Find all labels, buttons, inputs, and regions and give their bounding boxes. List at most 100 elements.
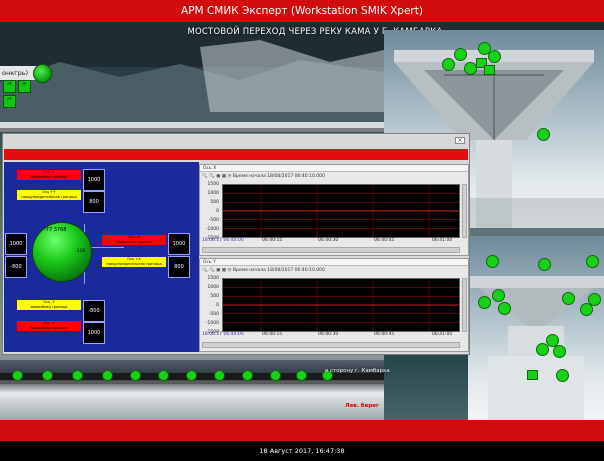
- chart-toolbar[interactable]: 🔍 🔍 ▣ ▦ ◷ Время начала 18/08/2017 06:40:…: [202, 267, 470, 275]
- left-widget-box[interactable]: ЛТ: [3, 95, 16, 108]
- sensor-node[interactable]: [562, 292, 575, 305]
- sensor-node[interactable]: [553, 345, 566, 358]
- sensor-square[interactable]: [527, 370, 538, 380]
- status-datetime: 18 Август 2017, 16:47:38: [259, 447, 345, 455]
- export-icon[interactable]: ▦: [222, 174, 226, 179]
- bridge-sensor-node[interactable]: [270, 370, 281, 381]
- axis-left-value: 1000: [5, 233, 27, 255]
- bridge-sensor-node[interactable]: [42, 370, 53, 381]
- zoom-out-icon[interactable]: 🔍: [209, 174, 215, 179]
- x-start-label: 18.08.17 06:40:00: [202, 238, 244, 243]
- chart-plot-svg: [223, 279, 459, 331]
- sensor-node[interactable]: [478, 296, 491, 309]
- bridge-sensor-node[interactable]: [72, 370, 83, 381]
- chart-plot-svg: [223, 185, 459, 237]
- print-icon[interactable]: ▣: [216, 268, 220, 273]
- y-tick-label: 500: [210, 294, 219, 299]
- workstation-screen: АРМ СМИК Эксперт (Workstation SMIK Xpert…: [0, 0, 604, 461]
- axis-right-critical-box: Ось -X аварийная граница: [102, 235, 166, 245]
- export-icon[interactable]: ▦: [222, 268, 226, 273]
- bridge-sensor-node[interactable]: [296, 370, 307, 381]
- axis-left-value: -800: [5, 256, 27, 278]
- clock-icon[interactable]: ◷: [228, 268, 232, 273]
- y-tick-label: 1500: [207, 276, 219, 281]
- sensor-node[interactable]: [538, 258, 551, 271]
- axis-bottom-warn-box: Ось -Y аварийная граница: [17, 300, 81, 310]
- horizontal-scrollbar[interactable]: [202, 247, 460, 253]
- axis-label: Ось -Y: [43, 170, 55, 174]
- ball-value-secondary: -116: [75, 249, 86, 254]
- bridge-sensor-node[interactable]: [214, 370, 225, 381]
- bridge-sensor-node[interactable]: [12, 370, 23, 381]
- x-tick-label: 06:40:45: [374, 238, 395, 243]
- axis-top-critical-value: 1000: [83, 169, 105, 191]
- x-tick-label: 06:41:00: [432, 332, 453, 337]
- bridge-deck-underside: [0, 381, 384, 384]
- x-tick-label: 06:40:30: [318, 238, 339, 243]
- left-widget-box[interactable]: ЛТ: [18, 80, 31, 93]
- sensor-node[interactable]: [580, 303, 593, 316]
- sensor-node[interactable]: [492, 289, 505, 302]
- axis-bottom-critical-value: 1000: [83, 322, 105, 344]
- chart-timestamp: Время начала 18/08/2017 06:40:10.000: [232, 268, 325, 273]
- app-title-bar: АРМ СМИК Эксперт (Workstation SMIK Xpert…: [0, 0, 604, 22]
- vertical-scrollbar[interactable]: [462, 278, 467, 332]
- y-tick-label: 1000: [207, 285, 219, 290]
- x-tick-label: 06:40:15: [262, 238, 283, 243]
- chart-window-title: Ось X: [200, 165, 468, 172]
- close-icon[interactable]: ×: [455, 137, 465, 144]
- zoom-in-icon[interactable]: 🔍: [202, 268, 208, 273]
- bridge-sensor-node[interactable]: [186, 370, 197, 381]
- chart-plot-area[interactable]: [222, 184, 460, 238]
- sensor-square[interactable]: [484, 65, 495, 75]
- bridge-sensor-node[interactable]: [242, 370, 253, 381]
- axis-label: Ось -Y: [43, 300, 55, 304]
- horizontal-scrollbar[interactable]: [202, 342, 460, 348]
- vertical-scrollbar[interactable]: [462, 184, 467, 238]
- sensor-node[interactable]: [488, 50, 501, 63]
- chart-timestamp: Время начала 18/08/2017 06:40:10.000: [232, 174, 325, 179]
- axis-bottom-warn-value: -800: [83, 300, 105, 322]
- axis-top-warn-box: Ось +Y предупредительная граница: [17, 190, 81, 200]
- axis-sublabel: предупредительная граница: [106, 262, 162, 266]
- y-tick-label: -500: [208, 312, 219, 317]
- bridge-sensor-node[interactable]: [158, 370, 169, 381]
- axis-bottom-critical-box: Ось -Y аварийная граница: [17, 321, 81, 331]
- sensor-node[interactable]: [498, 302, 511, 315]
- bottom-red-band: [0, 420, 604, 441]
- axis-sublabel: аварийная граница: [115, 240, 153, 244]
- y-tick-label: 0: [216, 209, 219, 214]
- zoom-in-icon[interactable]: 🔍: [202, 174, 208, 179]
- axis-right-critical-value: 1000: [168, 233, 190, 255]
- sensor-node[interactable]: [586, 255, 599, 268]
- zoom-out-icon[interactable]: 🔍: [209, 268, 215, 273]
- left-widget-box[interactable]: ЛТ: [3, 80, 16, 93]
- chart-window-x[interactable]: Ось X 🔍 🔍 ▣ ▦ ◷ Время начала 18/08/2017 …: [199, 164, 469, 256]
- axis-label: Ось +Y: [42, 190, 56, 194]
- sensor-node[interactable]: [454, 48, 467, 61]
- print-icon[interactable]: ▣: [216, 174, 220, 179]
- axis-sublabel: аварийная граница: [30, 305, 68, 309]
- chart-window-y[interactable]: Ось Y 🔍 🔍 ▣ ▦ ◷ Время начала 18/08/2017 …: [199, 258, 469, 352]
- y-tick-label: 1500: [207, 182, 219, 187]
- direction-label: в сторону г. Камбарка: [325, 368, 390, 374]
- y-tick-label: -1000: [205, 227, 219, 232]
- axis-sublabel: аварийная граница: [30, 175, 68, 179]
- y-tick-label: -1000: [205, 321, 219, 326]
- sensor-node[interactable]: [486, 255, 499, 268]
- app-title: АРМ СМИК Эксперт (Workstation SMIK Xpert…: [181, 5, 423, 17]
- bridge-sensor-node[interactable]: [102, 370, 113, 381]
- sensor-node[interactable]: [537, 128, 550, 141]
- sensor-node[interactable]: [442, 58, 455, 71]
- x-tick-label: 06:40:45: [374, 332, 395, 337]
- sensor-node[interactable]: [556, 369, 569, 382]
- chart-toolbar[interactable]: 🔍 🔍 ▣ ▦ ◷ Время начала 18/08/2017 06:40:…: [202, 173, 470, 181]
- chart-plot-area[interactable]: [222, 278, 460, 332]
- y-tick-label: -500: [208, 218, 219, 223]
- axis-label: Ось -Y: [43, 321, 55, 325]
- clock-icon[interactable]: ◷: [228, 174, 232, 179]
- bridge-sensor-node[interactable]: [130, 370, 141, 381]
- y-tick-label: 1000: [207, 191, 219, 196]
- left-widget-indicator[interactable]: [33, 64, 52, 83]
- y-tick-label: 500: [210, 200, 219, 205]
